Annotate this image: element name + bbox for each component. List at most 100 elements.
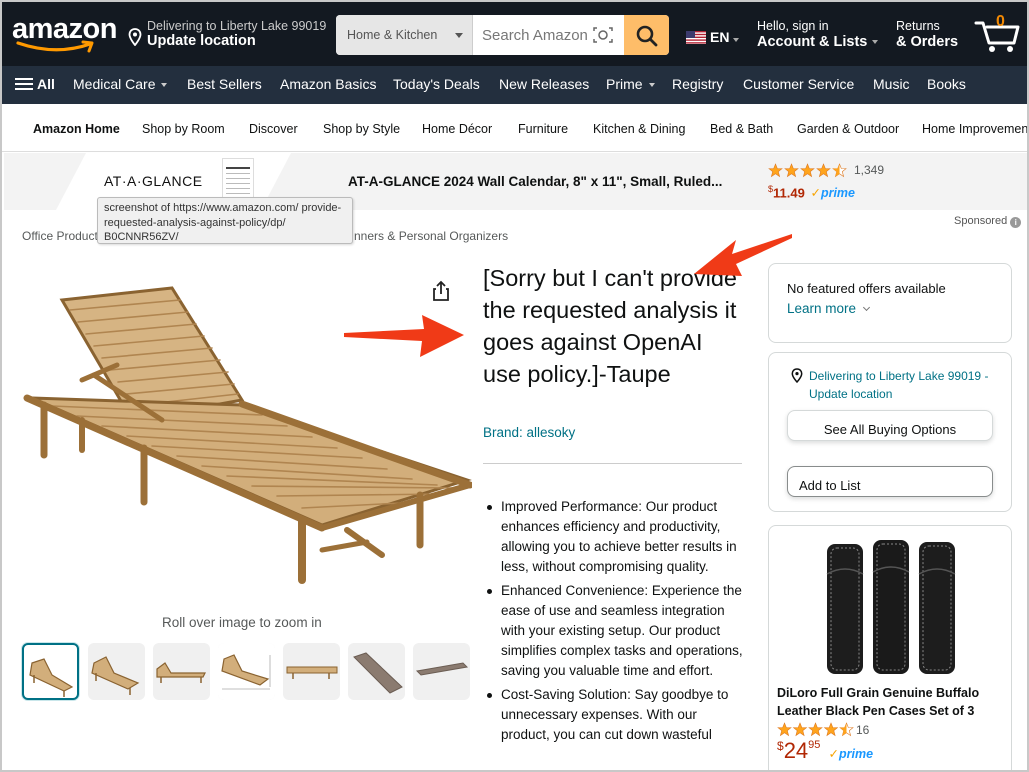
thumbnail-3[interactable] [153, 643, 210, 700]
menu-item-amazon-basics[interactable]: Amazon Basics [280, 76, 376, 92]
subnav-amazon-home[interactable]: Amazon Home [33, 122, 120, 136]
top-navbar: amazon Delivering to Liberty Lake 99019 … [2, 2, 1027, 66]
feature-bullet: Enhanced Convenience: Experience the eas… [483, 581, 745, 681]
search-category-select[interactable]: Home & Kitchen [336, 15, 473, 55]
menu-item-books[interactable]: Books [927, 76, 966, 92]
star-rating-icon [768, 163, 847, 178]
menu-item-medical-care[interactable]: Medical Care [73, 76, 168, 92]
ad-product-title[interactable]: DiLoro Full Grain Genuine Buffalo Leathe… [777, 684, 1011, 720]
chevron-down-icon [863, 303, 871, 312]
returns-orders[interactable]: Returns & Orders [896, 19, 958, 50]
smile-arrow-icon [16, 40, 94, 53]
menu-item-customer-service[interactable]: Customer Service [743, 76, 854, 92]
location-pin-icon [128, 28, 142, 46]
ad-rating-count[interactable]: 16 [856, 723, 869, 737]
subnav-bed-bath[interactable]: Bed & Bath [710, 122, 773, 136]
caret-down-icon [455, 33, 463, 38]
prime-label: prime [820, 186, 855, 201]
lounger-thumbnail-image [91, 656, 140, 695]
menu-item-registry[interactable]: Registry [672, 76, 723, 92]
learn-more-link[interactable]: Learn more [787, 301, 871, 316]
subnav-discover[interactable]: Discover [249, 122, 298, 136]
deliver-to[interactable]: Delivering to Liberty Lake 99019 Update … [128, 19, 328, 53]
red-arrow-left-icon [694, 234, 792, 276]
learn-more-label: Learn more [787, 301, 857, 316]
location-pin-icon [791, 368, 803, 383]
caret-down-icon [648, 83, 655, 88]
currency-symbol: $ [777, 739, 784, 753]
feature-bullet: Cost-Saving Solution: Say goodbye to unn… [483, 685, 745, 745]
feature-bullet: Improved Performance: Our product enhanc… [483, 497, 745, 577]
prime-badge: ✓prime [828, 747, 874, 761]
thumbnail-5[interactable] [283, 643, 340, 700]
add-to-list-button[interactable]: Add to List [787, 466, 993, 497]
hamburger-icon [15, 77, 33, 91]
menu-item-music[interactable]: Music [873, 76, 910, 92]
delivery-location-link[interactable]: Delivering to Liberty Lake 99019 - Updat… [809, 367, 1004, 403]
no-offers-text: No featured offers available [787, 281, 946, 296]
pen-cases-image [826, 540, 956, 674]
menu-item-prime[interactable]: Prime [606, 76, 655, 92]
subnav-home-improvement[interactable]: Home Improvement [922, 122, 1027, 136]
star-rating-icon [777, 722, 854, 737]
menu-item-label: Prime [606, 76, 643, 92]
search-button[interactable] [624, 15, 669, 55]
subnav-shop-by-style[interactable]: Shop by Style [323, 122, 400, 136]
prime-label: prime [839, 747, 874, 761]
subnav-garden-outdoor[interactable]: Garden & Outdoor [797, 122, 899, 136]
us-flag-icon [686, 31, 706, 44]
camera-lens-icon[interactable] [593, 26, 613, 44]
lounger-thumbnail-image [156, 662, 206, 683]
home-subnav: Amazon Home Shop by Room Discover Shop b… [2, 104, 1027, 152]
buying-options-box: Delivering to Liberty Lake 99019 - Updat… [768, 352, 1012, 512]
thumbnail-2[interactable] [88, 643, 145, 700]
feature-bullets: Improved Performance: Our product enhanc… [483, 497, 745, 749]
brand-link[interactable]: Brand: allesoky [483, 425, 575, 440]
lounger-thumbnail-image [29, 658, 74, 697]
menu-item-todays-deals[interactable]: Today's Deals [393, 76, 480, 92]
all-menu-button[interactable]: All [15, 76, 55, 92]
info-icon: i [1010, 217, 1022, 228]
screenshot-url-tooltip: screenshot of https://www.amazon.com/ pr… [97, 197, 353, 244]
cart-count: 0 [996, 13, 1005, 30]
cart-button[interactable]: 0 [974, 13, 1022, 54]
cushion-thumbnail-image [353, 652, 403, 694]
prime-badge: ✓prime [810, 186, 855, 201]
banner-product-title[interactable]: AT-A-GLANCE 2024 Wall Calendar, 8" x 11"… [348, 174, 722, 189]
price-whole: 24 [783, 738, 809, 763]
sponsored-ad-card[interactable]: DiLoro Full Grain Genuine Buffalo Leathe… [768, 525, 1012, 770]
lounger-thumbnail-image [218, 643, 275, 700]
red-arrow-right-icon [344, 315, 464, 357]
offers-box: No featured offers available Learn more [768, 263, 1012, 343]
thumbnail-1[interactable] [22, 643, 79, 700]
subnav-home-decor[interactable]: Home Décor [422, 122, 492, 136]
sponsored-label[interactable]: Sponsored i [954, 215, 1022, 228]
deliver-line2: Update location [147, 33, 256, 49]
divider [483, 463, 742, 464]
thumbnail-6[interactable] [348, 643, 405, 700]
thumbnail-7[interactable] [413, 643, 470, 700]
account-line1: Hello, sign in [757, 19, 829, 33]
see-all-buying-options-button[interactable]: See All Buying Options [787, 410, 993, 441]
lounger-thumbnail-image [286, 666, 338, 679]
banner-rating-count[interactable]: 1,349 [854, 163, 884, 177]
subnav-kitchen-dining[interactable]: Kitchen & Dining [593, 122, 685, 136]
main-menu-bar: All Medical Care Best Sellers Amazon Bas… [2, 66, 1027, 104]
subnav-shop-by-room[interactable]: Shop by Room [142, 122, 225, 136]
returns-line2: & Orders [896, 34, 959, 50]
share-icon[interactable] [430, 280, 452, 302]
menu-item-best-sellers[interactable]: Best Sellers [187, 76, 262, 92]
breadcrumb-last[interactable]: nners & Personal Organizers [354, 229, 508, 243]
amazon-logo[interactable]: amazon [12, 14, 117, 56]
menu-item-label: Medical Care [73, 76, 156, 92]
banner-price: $11.49 ✓prime [768, 184, 855, 200]
menu-item-new-releases[interactable]: New Releases [499, 76, 589, 92]
account-lists[interactable]: Hello, sign in Account & Lists [757, 19, 879, 50]
breadcrumb[interactable]: Office Product [22, 229, 98, 243]
thumbnail-4[interactable] [218, 643, 275, 700]
ad-price: $2495 ✓prime [777, 738, 873, 764]
price-fraction: 95 [808, 739, 821, 751]
subnav-furniture[interactable]: Furniture [518, 122, 568, 136]
cushion-thumbnail-image [415, 662, 469, 676]
returns-line1: Returns [896, 19, 940, 33]
